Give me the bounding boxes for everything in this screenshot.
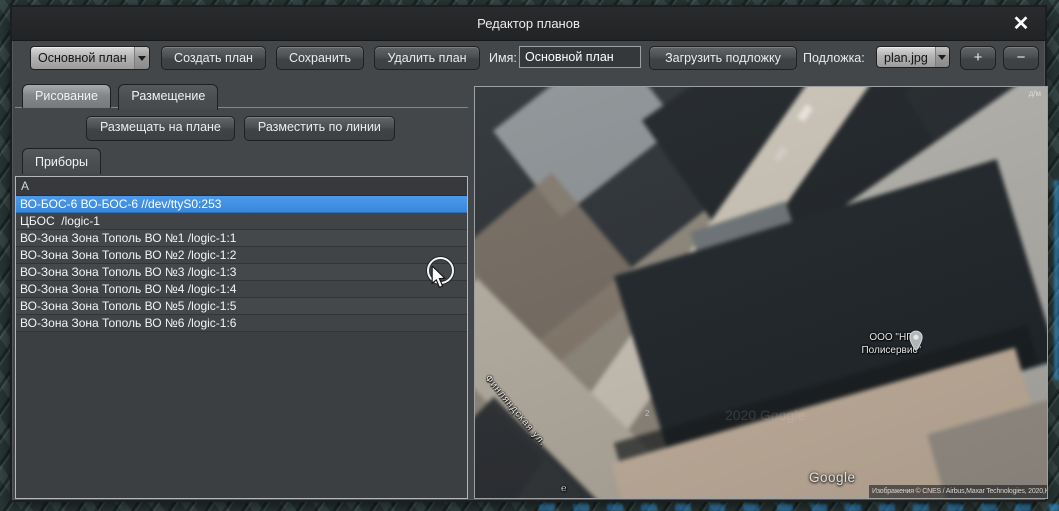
zoom-in-button[interactable]: + xyxy=(960,46,996,70)
map-pin-icon[interactable] xyxy=(909,330,923,357)
poi-label-line1: ООО "НПФ xyxy=(801,332,921,345)
placement-actions: Размещать на плане Разместить по линии xyxy=(86,116,395,141)
google-watermark: Google xyxy=(809,470,856,485)
chevron-down-icon[interactable] xyxy=(134,47,149,69)
titlebar[interactable]: Редактор планов ✕ xyxy=(12,7,1045,41)
list-item[interactable]: ВО-Зона Зона Тополь ВО №6 /logic-1:6 xyxy=(16,315,467,332)
satellite-imagery xyxy=(474,86,1048,499)
house-number-label: 2 xyxy=(645,409,649,418)
underlay-select-value: plan.jpg xyxy=(877,47,935,67)
plan-editor-window: Редактор планов ✕ Основной план Создать … xyxy=(10,5,1047,502)
device-list[interactable]: А ВО-БОС-6 ВО-БОС-6 //dev/ttyS0:253ЦБОС … xyxy=(15,176,468,499)
plan-name-input[interactable] xyxy=(519,46,641,68)
window-title: Редактор планов xyxy=(12,7,1045,40)
list-item[interactable]: ВО-Зона Зона Тополь ВО №5 /logic-1:5 xyxy=(16,298,467,315)
device-list-body: ВО-БОС-6 ВО-БОС-6 //dev/ttyS0:253ЦБОС /l… xyxy=(16,196,467,332)
tab-drawing[interactable]: Рисование xyxy=(22,84,111,108)
list-item[interactable]: ВО-Зона Зона Тополь ВО №2 /logic-1:2 xyxy=(16,247,467,264)
mode-tabs: Рисование Размещение xyxy=(22,84,221,110)
tab-devices[interactable]: Приборы xyxy=(22,148,101,174)
place-by-line-button[interactable]: Разместить по линии xyxy=(244,116,395,141)
desktop-accent-edge xyxy=(1054,180,1059,380)
underlay-select[interactable]: plan.jpg xyxy=(876,46,950,68)
map-canvas[interactable]: д/м Финляндская ул. 2 2020 Google ООО "Н… xyxy=(474,86,1048,499)
plan-select-value: Основной план xyxy=(31,47,134,69)
map-scale-label: д/м xyxy=(1029,89,1041,98)
desktop-accent-dashes xyxy=(539,504,1059,511)
underlay-label: Подложка: xyxy=(803,46,865,70)
place-on-plan-button[interactable]: Размещать на плане xyxy=(86,116,235,141)
map-attribution: Изображения © CNES / Airbus,Maxar Techno… xyxy=(869,485,1047,498)
plan-select[interactable]: Основной план xyxy=(30,46,150,70)
list-item[interactable]: ВО-Зона Зона Тополь ВО №3 /logic-1:3 xyxy=(16,264,467,281)
chevron-down-icon[interactable] xyxy=(935,47,949,67)
list-item[interactable]: ЦБОС /logic-1 xyxy=(16,213,467,230)
load-underlay-button[interactable]: Загрузить подложку xyxy=(649,46,797,70)
close-icon[interactable]: ✕ xyxy=(1007,10,1035,38)
zoom-out-button[interactable]: − xyxy=(1003,46,1039,70)
google-faint-watermark: 2020 Google xyxy=(725,407,805,423)
name-label: Имя: xyxy=(489,46,517,70)
map-small-mark: ℮ xyxy=(561,483,566,493)
create-plan-button[interactable]: Создать план xyxy=(161,46,266,70)
poi-label: ООО "НПФ Полисервис" xyxy=(801,332,921,357)
list-item[interactable]: ВО-БОС-6 ВО-БОС-6 //dev/ttyS0:253 xyxy=(16,196,467,213)
list-item[interactable]: ВО-Зона Зона Тополь ВО №1 /logic-1:1 xyxy=(16,230,467,247)
poi-label-line2: Полисервис" xyxy=(801,345,921,358)
delete-plan-button[interactable]: Удалить план xyxy=(374,46,480,70)
save-button[interactable]: Сохранить xyxy=(276,46,364,70)
toolbar: Основной план Создать план Сохранить Уда… xyxy=(12,40,1045,80)
tab-placement[interactable]: Размещение xyxy=(118,84,218,110)
device-list-header: А xyxy=(16,177,467,196)
list-item[interactable]: ВО-Зона Зона Тополь ВО №4 /logic-1:4 xyxy=(16,281,467,298)
